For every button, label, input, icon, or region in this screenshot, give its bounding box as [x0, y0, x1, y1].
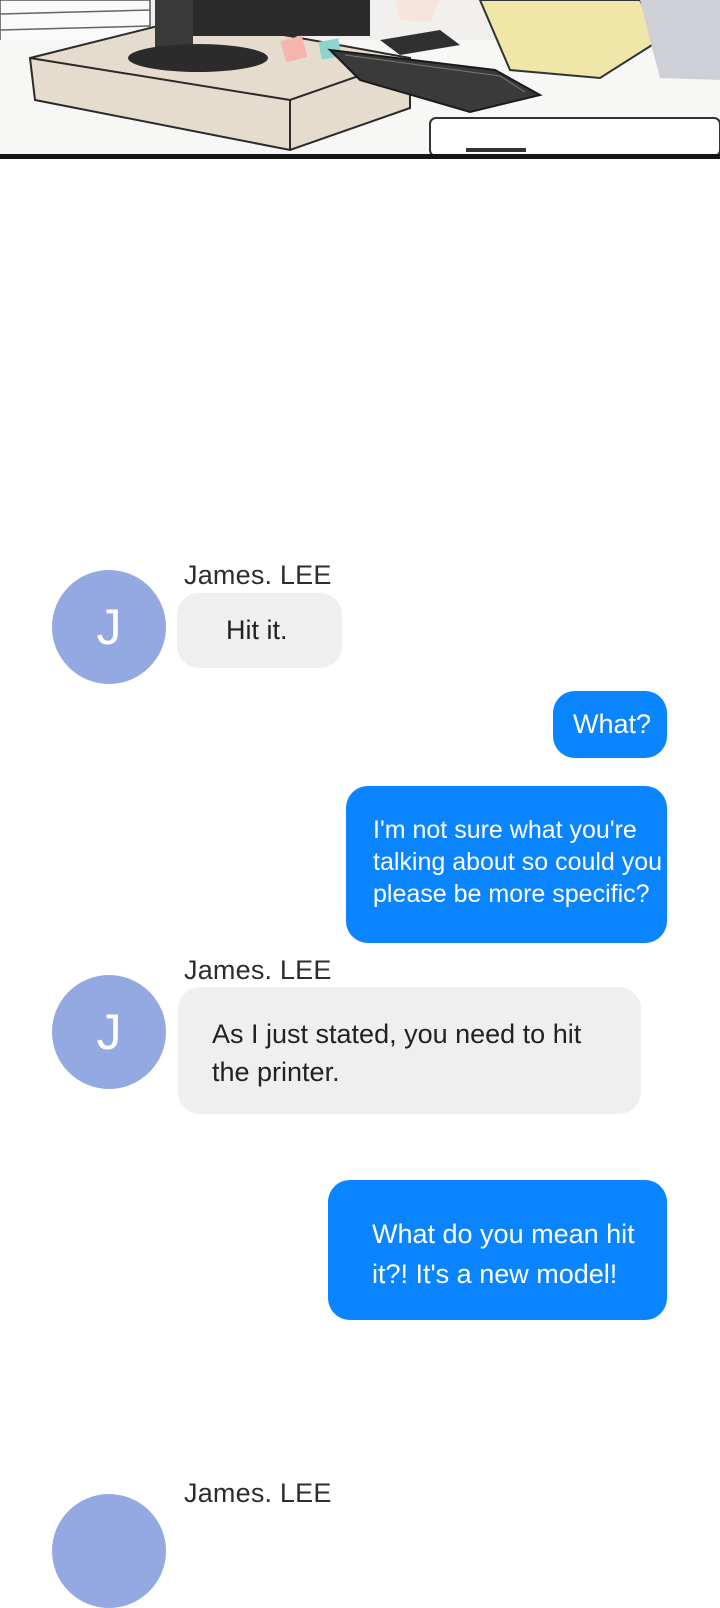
comic-panel — [0, 0, 720, 156]
message-text: Hit it. — [226, 615, 288, 645]
avatar[interactable] — [52, 1494, 166, 1608]
message-text: I'm not sure what you're talking about s… — [373, 816, 663, 908]
avatar-letter: J — [96, 1004, 122, 1060]
incoming-message-bubble[interactable]: As I just stated, you need to hit the pr… — [178, 987, 641, 1114]
sender-name: James. LEE — [184, 560, 332, 590]
message-text: What do you mean hit it?! It's a new mod… — [372, 1219, 635, 1289]
sender-name: James. LEE — [184, 1478, 332, 1508]
avatar[interactable]: J — [52, 975, 166, 1089]
outgoing-message-bubble[interactable]: I'm not sure what you're talking about s… — [346, 786, 667, 943]
outgoing-message-bubble[interactable]: What? — [553, 691, 667, 758]
sender-name: James. LEE — [184, 955, 332, 985]
incoming-message-bubble[interactable]: Hit it. — [177, 593, 342, 668]
message-text: What? — [573, 709, 652, 739]
monitor-illustration — [190, 0, 370, 36]
panel-border — [0, 154, 720, 159]
avatar-letter: J — [96, 599, 122, 655]
avatar[interactable]: J — [52, 570, 166, 684]
office-desk-illustration — [0, 0, 720, 156]
message-text: As I just stated, you need to hit the pr… — [212, 1019, 582, 1087]
outgoing-message-bubble[interactable]: What do you mean hit it?! It's a new mod… — [328, 1180, 667, 1320]
